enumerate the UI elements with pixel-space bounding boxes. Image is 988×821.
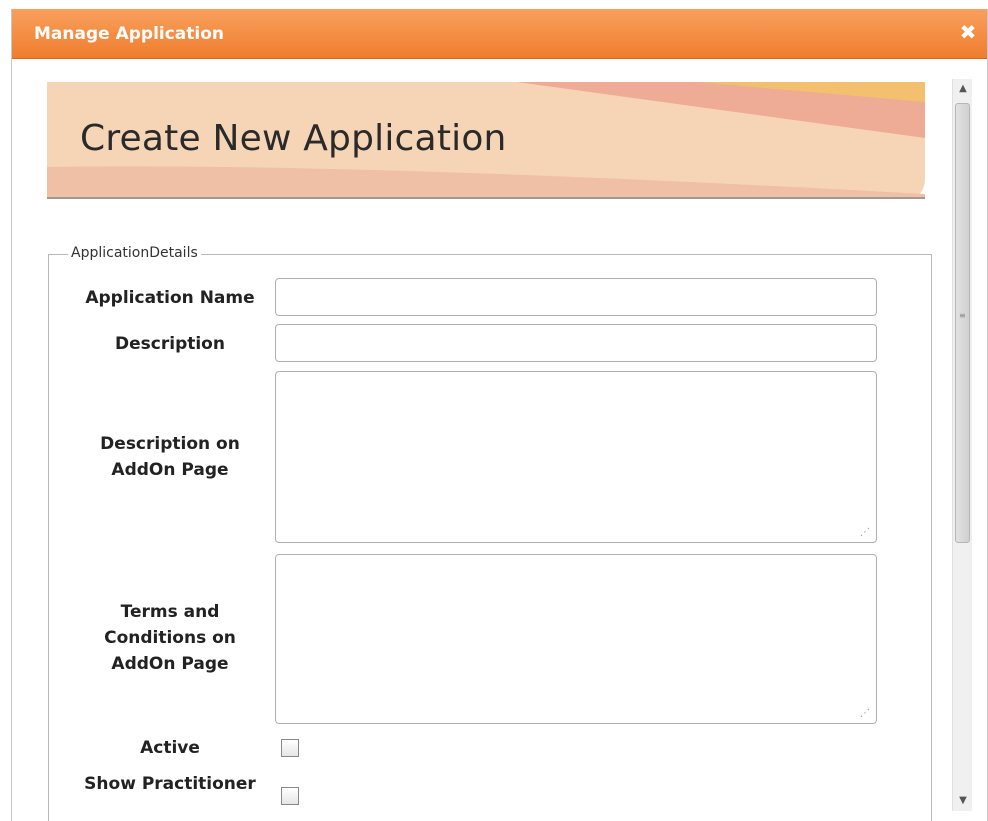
- description-input[interactable]: [275, 324, 877, 362]
- scroll-down-arrow-icon[interactable]: ▼: [953, 791, 973, 811]
- show-practitioner-label-text: Show Practitioner: [84, 774, 256, 794]
- application-name-label: Application Name: [80, 285, 260, 311]
- terms-conditions-label: Terms and Conditions on AddOn Page: [80, 599, 260, 677]
- vertical-scrollbar[interactable]: ▲ ≡ ▼: [952, 79, 972, 811]
- resize-grip-icon[interactable]: ⋰: [860, 528, 870, 538]
- scroll-thumb-grip-icon: ≡: [959, 311, 966, 320]
- scroll-up-arrow-icon[interactable]: ▲: [953, 79, 973, 99]
- application-name-label-text: Application Name: [85, 288, 255, 308]
- application-name-input[interactable]: [275, 278, 877, 316]
- dialog-title-bar: Manage Application ✖: [12, 9, 987, 59]
- show-practitioner-checkbox[interactable]: [281, 787, 299, 805]
- terms-label-line2: Conditions on: [104, 628, 236, 648]
- scrollbar-thumb[interactable]: ≡: [955, 103, 970, 543]
- terms-label-line1: Terms and: [120, 602, 220, 622]
- page-banner: Create New Application: [47, 82, 925, 199]
- dialog-title: Manage Application: [34, 24, 225, 44]
- active-label: Active: [80, 735, 260, 761]
- addon-description-label-line2: AddOn Page: [111, 460, 229, 480]
- manage-application-dialog: Manage Application ✖ Create New Applicat…: [11, 9, 988, 821]
- terms-label-line3: AddOn Page: [111, 654, 229, 674]
- addon-description-label: Description on AddOn Page: [80, 431, 260, 483]
- active-checkbox[interactable]: [281, 739, 299, 757]
- description-label: Description: [80, 331, 260, 357]
- show-practitioner-label: Show Practitioner: [70, 771, 270, 797]
- fieldset-legend: ApplicationDetails: [68, 245, 201, 261]
- close-icon[interactable]: ✖: [957, 21, 979, 43]
- description-label-text: Description: [115, 334, 225, 354]
- addon-description-label-line1: Description on: [100, 434, 240, 454]
- terms-conditions-textarea[interactable]: [275, 554, 877, 724]
- addon-description-textarea[interactable]: [275, 371, 877, 543]
- active-label-text: Active: [140, 738, 200, 758]
- page-title: Create New Application: [80, 118, 507, 159]
- resize-grip-icon[interactable]: ⋰: [860, 709, 870, 719]
